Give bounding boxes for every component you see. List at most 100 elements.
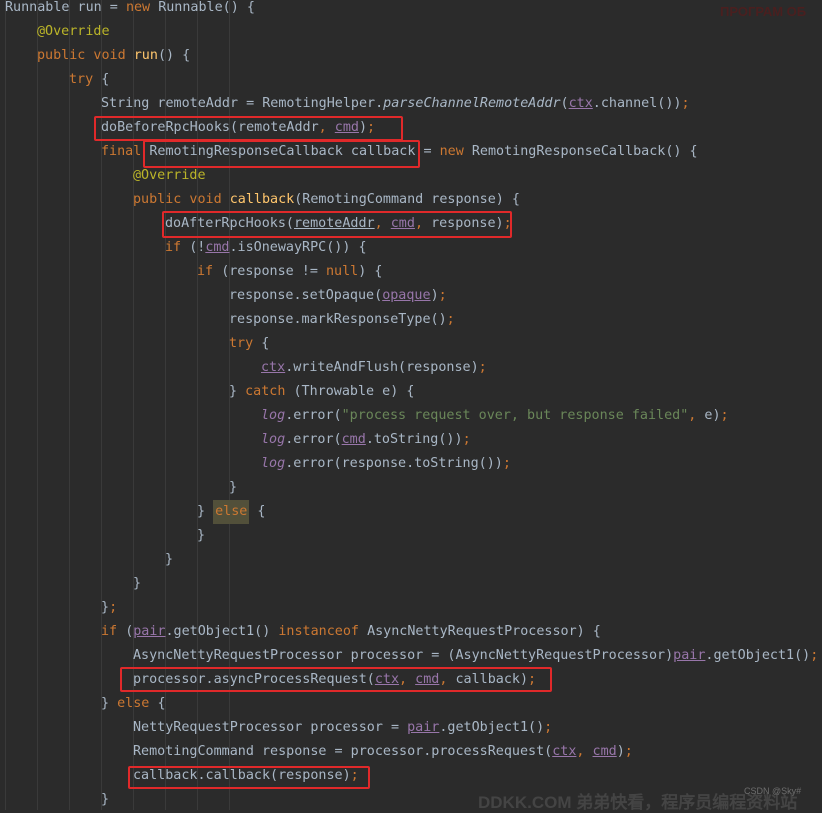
highlight-box-after-hooks xyxy=(162,211,512,238)
code-token: parseChannelRemoteAddr xyxy=(383,96,561,111)
code-token: ; xyxy=(446,312,455,327)
code-editor[interactable]: Runnable run = new Runnable() {@Override… xyxy=(0,0,822,812)
code-token: try xyxy=(69,72,102,87)
code-token: cmd xyxy=(592,744,617,759)
code-token: } xyxy=(197,504,214,519)
code-token: log xyxy=(261,408,286,423)
code-token: new xyxy=(125,0,159,15)
code-token: , xyxy=(688,408,705,423)
code-line[interactable]: RemotingCommand response = processor.pro… xyxy=(133,740,633,764)
code-token: ; xyxy=(438,288,447,303)
code-line[interactable]: } xyxy=(101,788,109,812)
code-token: pair xyxy=(407,720,440,735)
code-line[interactable]: if (pair .getObject1() instanceof AsyncNe… xyxy=(101,620,601,644)
code-token: ; xyxy=(681,96,690,111)
code-token: .error( xyxy=(285,408,342,423)
code-line[interactable]: log .error("process request over, but res… xyxy=(261,404,729,428)
code-token: ) xyxy=(430,288,439,303)
code-token: ( xyxy=(560,96,569,111)
code-line[interactable]: } else { xyxy=(197,500,266,524)
code-token: AsyncNettyRequestProcessor) { xyxy=(367,624,601,639)
code-line[interactable]: log .error(cmd .toString()); xyxy=(261,428,471,452)
code-token: cmd xyxy=(341,432,366,447)
watermark-top: ПРОГРАМ ОБ xyxy=(720,4,807,19)
code-line[interactable]: } else { xyxy=(101,692,166,716)
code-line[interactable]: AsyncNettyRequestProcessor processor = (… xyxy=(133,644,818,668)
code-token: if xyxy=(165,240,190,255)
code-token: NettyRequestProcessor processor = xyxy=(133,720,408,735)
code-token: } xyxy=(133,576,142,591)
code-token: .error( xyxy=(285,432,342,447)
code-line[interactable]: log .error(response.toString()); xyxy=(261,452,511,476)
highlight-box-async-process xyxy=(120,667,552,692)
code-token: Runnable() { xyxy=(158,0,255,15)
code-token: } xyxy=(229,384,246,399)
code-token: else xyxy=(117,696,158,711)
code-token: (Throwable e) { xyxy=(293,384,415,399)
code-token: ) xyxy=(616,744,625,759)
code-token: ; xyxy=(478,360,487,375)
code-token: .getObject1() xyxy=(705,648,811,663)
code-token: .writeAndFlush(response) xyxy=(285,360,479,375)
code-line[interactable]: } xyxy=(165,548,173,572)
code-token: { xyxy=(261,336,270,351)
code-line[interactable]: try { xyxy=(69,68,109,92)
code-token: ; xyxy=(462,432,471,447)
code-token: String remoteAddr = RemotingHelper. xyxy=(101,96,384,111)
code-token: null xyxy=(326,264,359,279)
code-token: } xyxy=(101,696,118,711)
code-token: public void xyxy=(133,192,230,207)
code-token: e) xyxy=(704,408,721,423)
code-token: run xyxy=(133,48,158,63)
code-line[interactable]: response.markResponseType(); xyxy=(229,308,455,332)
code-line[interactable]: response.setOpaque(opaque); xyxy=(229,284,447,308)
code-token: ; xyxy=(720,408,729,423)
code-token: { xyxy=(249,504,266,519)
code-token: } xyxy=(229,480,238,495)
code-token: try xyxy=(229,336,262,351)
code-token: } xyxy=(165,552,174,567)
code-token: "process request over, but response fail… xyxy=(341,408,689,423)
code-token: response.markResponseType() xyxy=(229,312,447,327)
code-line[interactable]: } xyxy=(133,572,141,596)
code-token: ; xyxy=(109,600,118,615)
code-token: instanceof xyxy=(278,624,368,639)
code-line[interactable]: } xyxy=(197,524,205,548)
code-token: ctx xyxy=(552,744,577,759)
code-line[interactable]: NettyRequestProcessor processor = pair .g… xyxy=(133,716,552,740)
code-token: RemotingResponseCallback() { xyxy=(471,144,698,159)
code-token: Runnable run = xyxy=(5,0,126,15)
code-token: () { xyxy=(157,48,191,63)
code-line[interactable]: public void run() { xyxy=(37,44,190,68)
code-token: log xyxy=(261,456,286,471)
code-token: ( xyxy=(125,624,134,639)
code-line[interactable]: @Override xyxy=(37,20,110,44)
code-token: pair xyxy=(673,648,706,663)
code-token: } xyxy=(101,600,110,615)
code-token: AsyncNettyRequestProcessor processor = (… xyxy=(133,648,674,663)
code-line[interactable]: public void callback (RemotingCommand res… xyxy=(133,188,520,212)
code-token: ; xyxy=(810,648,819,663)
watermark-ddkk: DDKK.COM 弟弟快看，程序员编程资料站 xyxy=(478,793,798,812)
code-line[interactable]: } catch (Throwable e) { xyxy=(229,380,414,404)
indent-guide xyxy=(5,0,6,810)
code-token: ; xyxy=(624,744,633,759)
code-line[interactable]: try { xyxy=(229,332,269,356)
code-line[interactable]: } xyxy=(229,476,237,500)
code-line[interactable]: if (response != null) { xyxy=(197,260,382,284)
code-token: opaque xyxy=(382,288,431,303)
code-token: if xyxy=(197,264,222,279)
code-token: pair xyxy=(133,624,166,639)
code-line[interactable]: ctx .writeAndFlush(response); xyxy=(261,356,487,380)
code-line[interactable]: }; xyxy=(101,596,117,620)
code-token: .isOnewayRPC()) { xyxy=(229,240,367,255)
code-token: (! xyxy=(189,240,206,255)
code-token: , xyxy=(576,744,593,759)
code-token: RemotingCommand response = processor.pro… xyxy=(133,744,553,759)
code-line[interactable]: Runnable run = new Runnable() { xyxy=(5,0,255,20)
highlight-box-callback-call xyxy=(128,766,370,789)
code-line[interactable]: String remoteAddr = RemotingHelper. parse… xyxy=(101,92,690,116)
code-line[interactable]: if (! cmd .isOnewayRPC()) { xyxy=(165,236,367,260)
code-token: .channel()) xyxy=(592,96,682,111)
code-token: catch xyxy=(245,384,294,399)
